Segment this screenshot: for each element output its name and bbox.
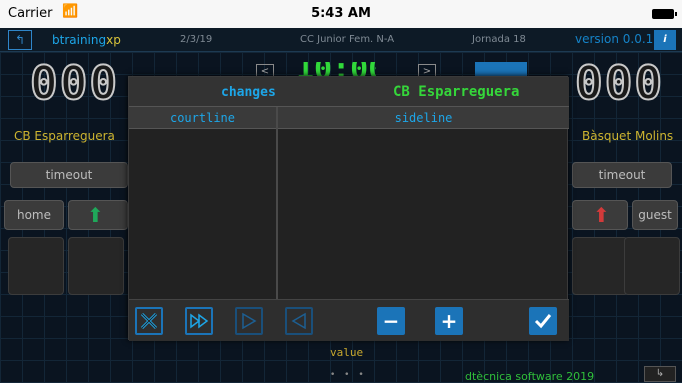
close-icon [140,312,158,330]
home-score[interactable]: 000 [29,55,119,111]
jornada-label: Jornada 18 [472,34,526,45]
minus-button[interactable]: − [377,307,405,335]
fast-forward-button[interactable] [185,307,213,335]
guest-timeout-button[interactable]: timeout [572,162,672,188]
guest-up-button[interactable]: ⬆ [572,200,628,230]
red-up-arrow-icon: ⬆ [593,203,610,227]
changes-toolbar: − + [129,299,569,341]
previous-icon [291,312,306,330]
changes-title: changes [221,85,276,100]
guest-player-tile[interactable] [624,237,680,295]
match-date: 2/3/19 [180,34,213,45]
status-bar: Carrier 📶 5:43 AM [0,0,682,28]
check-icon [534,314,552,329]
plus-button[interactable]: + [435,307,463,335]
green-up-arrow-icon: ⬆ [87,203,104,227]
sideline-list[interactable] [278,129,569,299]
courtline-list[interactable] [129,129,276,299]
previous-button[interactable] [285,307,313,335]
home-player-tile[interactable] [8,237,64,295]
sideline-header: sideline [278,107,569,129]
footer-action-button[interactable]: ↳ [644,366,676,382]
fast-forward-icon [190,313,209,329]
home-up-button[interactable]: ⬆ [68,200,128,230]
home-team-name: CB Esparreguera [14,129,115,143]
app-brand: btrainingxp [52,33,121,47]
value-label: value [330,346,364,359]
play-next-button[interactable] [235,307,263,335]
home-button[interactable]: home [4,200,64,230]
changes-panel: changes CB Esparreguera courtline sideli… [128,76,569,341]
changes-team-name: CB Esparreguera [393,84,520,100]
page-indicator: • • • [330,370,367,380]
cancel-button[interactable] [135,307,163,335]
battery-icon [652,9,677,19]
status-time: 5:43 AM [311,6,371,21]
confirm-button[interactable] [529,307,557,335]
guest-team-name: Bàsquet Molins [582,129,674,143]
footer-credit: dtècnica software 2019 [465,370,595,383]
play-icon [242,312,257,330]
guest-player-tile[interactable] [572,237,628,295]
competition-name: CC Junior Fem. N-A [300,34,395,45]
home-timeout-button[interactable]: timeout [10,162,128,188]
brand-suffix: xp [106,33,121,47]
info-button[interactable]: i [654,30,676,50]
courtline-header: courtline [129,107,276,129]
home-player-tile[interactable] [68,237,124,295]
guest-button[interactable]: guest [632,200,678,230]
guest-score[interactable]: 000 [574,55,664,111]
brand-name: btraining [52,33,107,47]
version-label: version 0.0.1 [575,32,654,46]
back-button[interactable]: ↰ [8,30,32,50]
changes-panel-header: changes CB Esparreguera [129,77,569,107]
app-header: ↰ btrainingxp 2/3/19 CC Junior Fem. N-A … [0,28,682,52]
